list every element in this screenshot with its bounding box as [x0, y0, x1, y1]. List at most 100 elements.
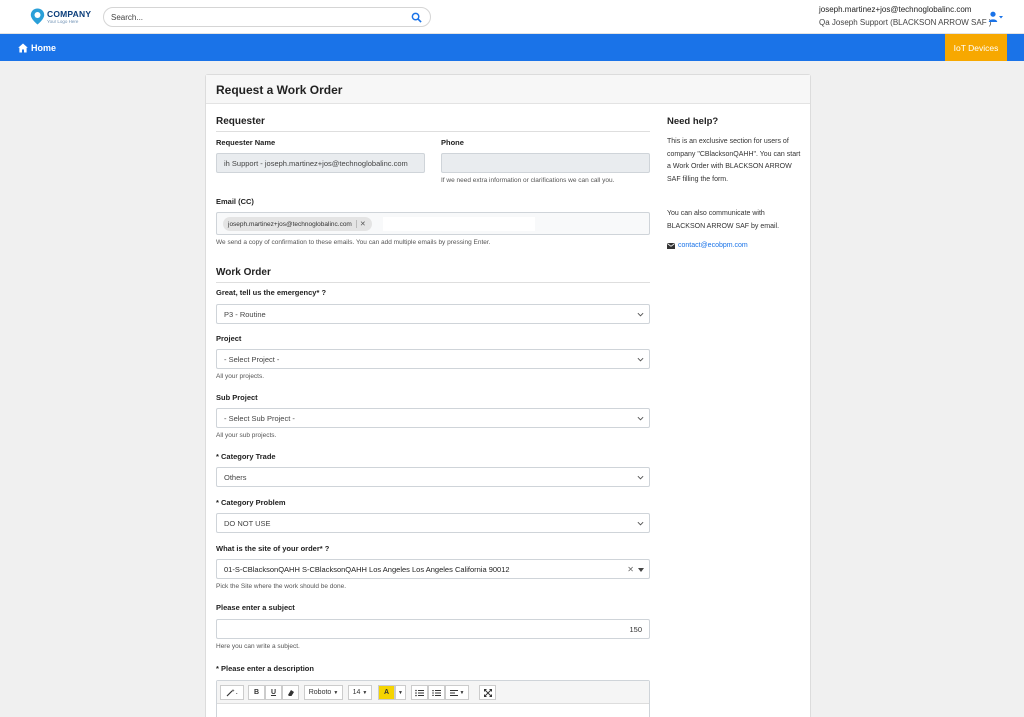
site-select[interactable]: 01-S-CBlacksonQAHH S-CBlacksonQAHH Los A…: [216, 559, 650, 579]
logo-name: COMPANY: [47, 9, 92, 19]
requester-name-label: Requester Name: [216, 138, 276, 147]
user-email: joseph.martinez+jos@technoglobalinc.com: [819, 5, 972, 14]
caret-down-icon: ▼: [333, 689, 339, 696]
main-navbar: Home IoT Devices: [0, 34, 1024, 61]
paragraph-align-button[interactable]: ▼: [445, 685, 469, 700]
subproject-select[interactable]: - Select Sub Project -: [216, 408, 650, 428]
magic-wand-icon: [226, 689, 238, 697]
subproject-help: All your sub projects.: [216, 432, 277, 439]
fullscreen-icon: [483, 688, 492, 697]
category-trade-value: Others: [224, 472, 247, 482]
project-value: - Select Project -: [224, 354, 280, 364]
unordered-list-button[interactable]: [411, 685, 428, 700]
page-title: Request a Work Order: [216, 83, 343, 97]
subject-label: Please enter a subject: [216, 603, 295, 612]
font-size-label: 14: [352, 689, 361, 696]
description-label: * Please enter a description: [216, 664, 314, 673]
category-trade-label: * Category Trade: [216, 452, 276, 461]
underline-button[interactable]: U: [265, 685, 282, 700]
requester-name-value: ih Support - joseph.martinez+jos@technog…: [224, 158, 408, 168]
category-problem-label: * Category Problem: [216, 498, 286, 507]
email-tag-label: joseph.martinez+jos@technoglobalinc.com: [228, 220, 352, 228]
nav-home-label: Home: [31, 42, 57, 53]
align-left-icon: [449, 689, 458, 696]
caret-down-icon: ▼: [362, 689, 368, 696]
search-box: [103, 7, 431, 27]
font-size-button[interactable]: 14 ▼: [348, 685, 372, 700]
bold-button[interactable]: B: [248, 685, 265, 700]
search-input[interactable]: [111, 11, 401, 24]
envelope-icon: [667, 242, 675, 249]
company-logo[interactable]: COMPANY Your Logo Here: [30, 8, 95, 28]
emergency-value: P3 - Routine: [224, 309, 266, 319]
chevron-down-icon: [637, 521, 644, 526]
phone-help: If we need extra information or clarific…: [441, 177, 615, 184]
email-cc-help: We send a copy of confirmation to these …: [216, 239, 491, 246]
site-label: What is the site of your order* ?: [216, 544, 330, 553]
subject-input[interactable]: 150: [216, 619, 650, 639]
project-help: All your projects.: [216, 373, 265, 380]
phone-field[interactable]: [441, 153, 650, 173]
project-label: Project: [216, 334, 242, 343]
help-paragraph-2: You can also communicate with BLACKSON A…: [667, 210, 780, 230]
emergency-label: Great, tell us the emergency* ?: [216, 288, 327, 297]
category-trade-select[interactable]: Others: [216, 467, 650, 487]
email-tag: joseph.martinez+jos@technoglobalinc.com …: [223, 217, 372, 231]
caret-down-icon: ▼: [459, 689, 465, 696]
location-pin-icon: [30, 8, 45, 25]
contact-email-link[interactable]: contact@ecobpm.com: [667, 242, 748, 249]
subproject-value: - Select Sub Project -: [224, 413, 295, 423]
category-problem-value: DO NOT USE: [224, 518, 271, 528]
requester-name-field[interactable]: ih Support - joseph.martinez+jos@technog…: [216, 153, 425, 173]
site-help: Pick the Site where the work should be d…: [216, 583, 347, 590]
chevron-down-icon: [637, 475, 644, 480]
email-cc-input[interactable]: [383, 217, 535, 231]
email-cc-field[interactable]: joseph.martinez+jos@technoglobalinc.com …: [216, 212, 650, 235]
help-paragraph-1: This is an exclusive section for users o…: [667, 138, 801, 183]
work-order-card: Request a Work Order Requester Requester…: [205, 74, 811, 717]
card-header: Request a Work Order: [206, 75, 810, 104]
logo-tagline: Your Logo Here: [47, 19, 79, 24]
top-header: COMPANY Your Logo Here joseph.martinez+j…: [0, 0, 1024, 34]
nav-iot-devices[interactable]: IoT Devices: [945, 34, 1007, 61]
emergency-select[interactable]: P3 - Routine: [216, 304, 650, 324]
section-divider: [216, 282, 650, 283]
contact-email-label: contact@ecobpm.com: [678, 242, 748, 249]
subject-char-counter: 150: [629, 625, 642, 634]
fullscreen-button[interactable]: [479, 685, 496, 700]
section-divider: [216, 131, 650, 132]
help-title: Need help?: [667, 116, 719, 127]
caret-down-icon[interactable]: [638, 568, 644, 572]
eraser-button[interactable]: [282, 685, 299, 700]
clear-icon[interactable]: ✕: [627, 565, 634, 574]
list-ul-icon: [415, 689, 424, 696]
highlight-dropdown[interactable]: ▼: [395, 685, 406, 700]
subject-help: Here you can write a subject.: [216, 643, 300, 650]
font-family-button[interactable]: Roboto ▼: [304, 685, 343, 700]
category-problem-select[interactable]: DO NOT USE: [216, 513, 650, 533]
site-value: 01-S-CBlacksonQAHH S-CBlacksonQAHH Los A…: [224, 564, 510, 574]
workorder-section-title: Work Order: [216, 267, 271, 278]
email-tag-remove-icon[interactable]: ✕: [355, 220, 366, 228]
editor-toolbar: B U Roboto ▼ 14 ▼ A ▼ ▼: [217, 681, 649, 704]
chevron-down-icon: [637, 416, 644, 421]
requester-section-title: Requester: [216, 116, 265, 127]
eraser-icon: [287, 689, 294, 696]
phone-label: Phone: [441, 138, 464, 147]
search-icon[interactable]: [411, 12, 422, 23]
nav-home[interactable]: Home: [18, 41, 56, 54]
email-cc-label: Email (CC): [216, 197, 254, 206]
chevron-down-icon: [637, 312, 644, 317]
font-family-label: Roboto: [308, 689, 332, 696]
project-select[interactable]: - Select Project -: [216, 349, 650, 369]
subproject-label: Sub Project: [216, 393, 258, 402]
description-editor[interactable]: B U Roboto ▼ 14 ▼ A ▼ ▼: [216, 680, 650, 717]
chevron-down-icon: [637, 357, 644, 362]
editor-content-area[interactable]: [217, 705, 649, 717]
magic-wand-button[interactable]: [220, 685, 244, 700]
user-menu-icon[interactable]: [988, 11, 1004, 23]
highlight-button[interactable]: A: [378, 685, 395, 700]
ordered-list-button[interactable]: [428, 685, 445, 700]
user-display-name: Qa Joseph Support (BLACKSON ARROW SAF ): [819, 18, 992, 27]
home-icon: [18, 43, 28, 52]
